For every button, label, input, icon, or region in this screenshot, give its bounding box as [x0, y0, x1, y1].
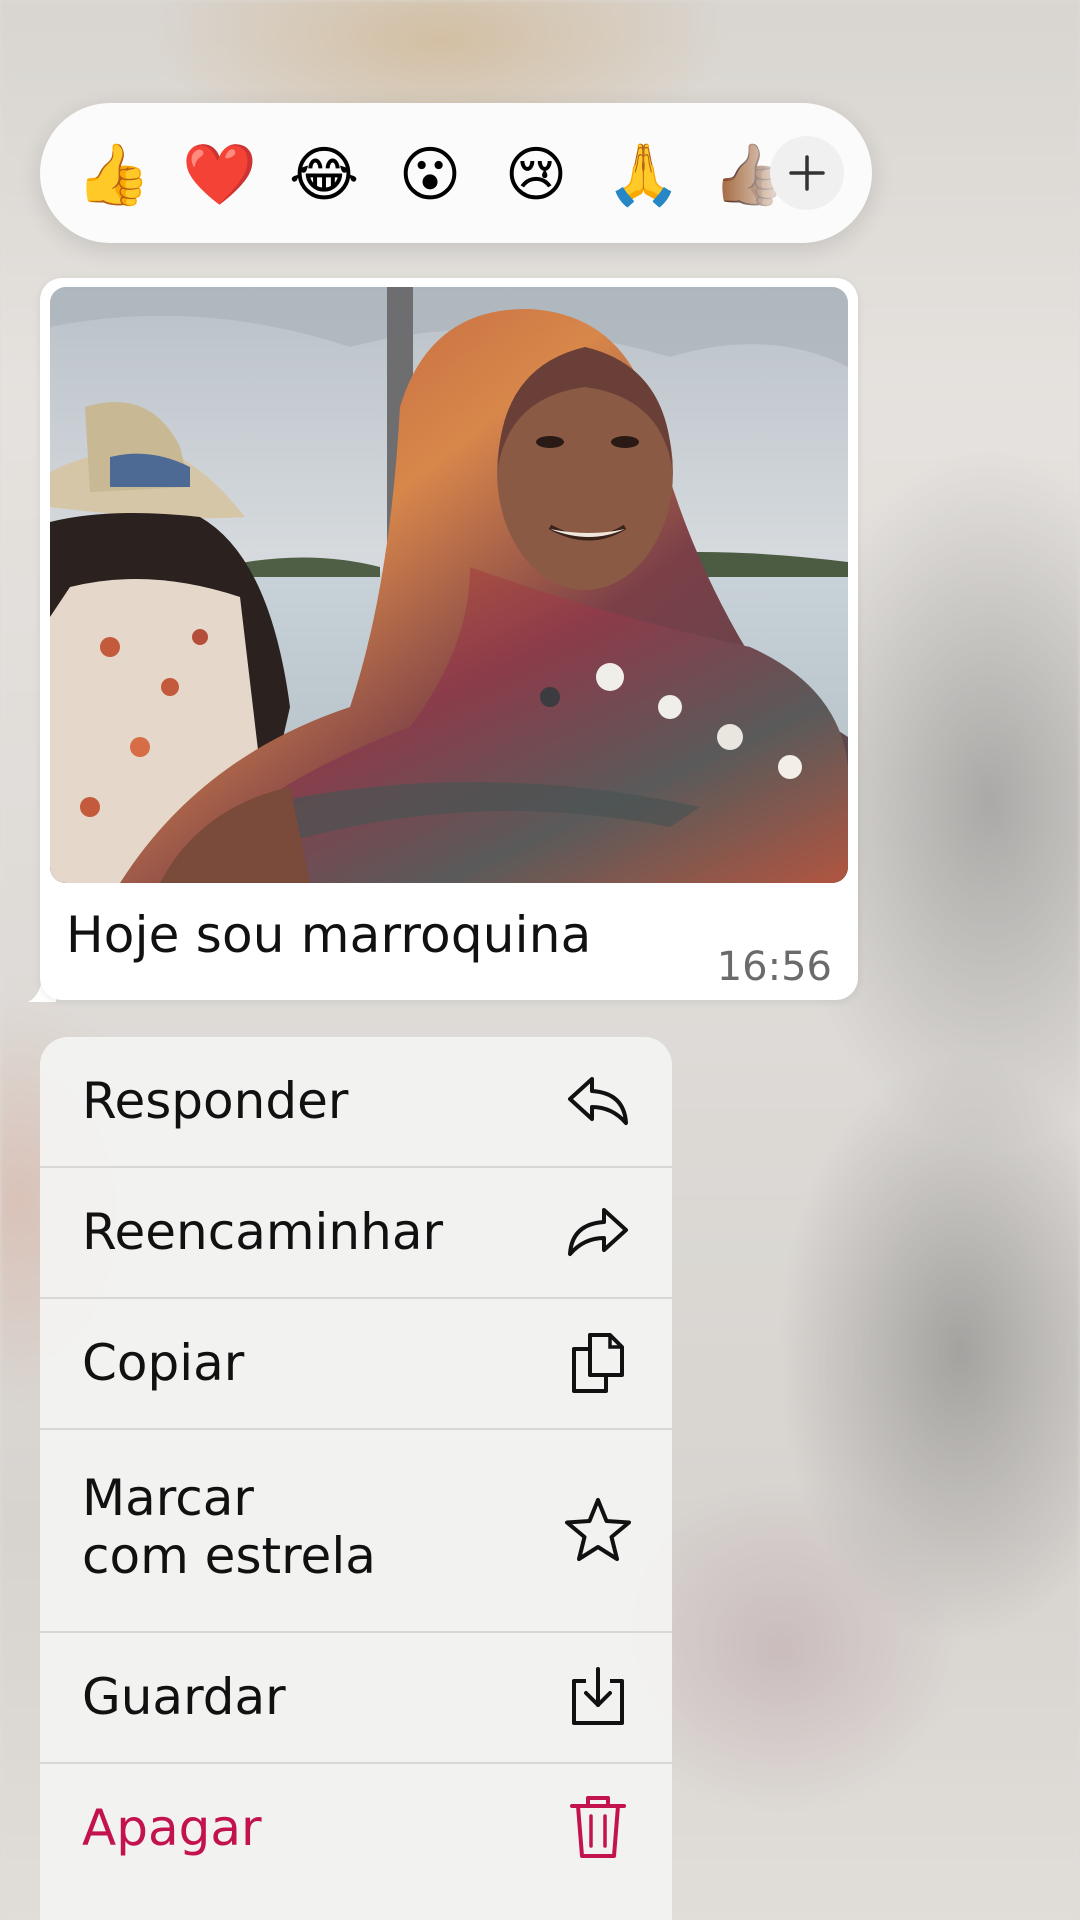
- menu-item-label: Reencaminhar: [82, 1203, 444, 1261]
- tears-of-joy-emoji[interactable]: 😂: [288, 139, 360, 211]
- menu-item-label-line2: com estrela: [82, 1527, 376, 1585]
- trash-icon: [562, 1790, 634, 1862]
- message-photo[interactable]: [50, 287, 848, 883]
- menu-item-label: Copiar: [82, 1334, 245, 1392]
- menu-item-reply[interactable]: Responder: [40, 1037, 672, 1168]
- reaction-bar: 👍 ❤️ 😂 😮 😢 🙏 👍🏾: [40, 103, 872, 243]
- crying-face-emoji[interactable]: 😢: [500, 139, 572, 211]
- menu-item-forward[interactable]: Reencaminhar: [40, 1168, 672, 1299]
- star-icon: [562, 1494, 634, 1566]
- menu-item-star[interactable]: Marcar com estrela: [40, 1430, 672, 1633]
- reply-icon: [562, 1065, 634, 1137]
- menu-item-copy[interactable]: Copiar: [40, 1299, 672, 1430]
- message-caption: Hoje sou marroquina: [66, 906, 592, 964]
- context-menu: Responder Reencaminhar Copiar Marcar com…: [40, 1037, 672, 1920]
- menu-item-delete[interactable]: Apagar: [40, 1764, 672, 1893]
- forward-icon: [562, 1196, 634, 1268]
- folded-hands-emoji[interactable]: 🙏: [606, 139, 681, 211]
- red-heart-emoji[interactable]: ❤️: [182, 139, 257, 211]
- more-reactions-button[interactable]: [770, 136, 844, 210]
- menu-item-save[interactable]: Guardar: [40, 1633, 672, 1764]
- surprised-face-emoji[interactable]: 😮: [394, 139, 466, 211]
- copy-icon: [562, 1327, 634, 1399]
- message-timestamp: 16:56: [716, 944, 832, 990]
- plus-icon: [789, 155, 825, 191]
- menu-item-label: Guardar: [82, 1668, 286, 1726]
- download-icon: [562, 1661, 634, 1733]
- menu-item-label-line1: Marcar: [82, 1469, 254, 1527]
- thumbs-up-emoji[interactable]: 👍: [76, 139, 151, 211]
- menu-item-label: Apagar: [82, 1799, 262, 1857]
- message-bubble[interactable]: Hoje sou marroquina 16:56: [40, 278, 858, 1000]
- menu-item-label: Responder: [82, 1072, 349, 1130]
